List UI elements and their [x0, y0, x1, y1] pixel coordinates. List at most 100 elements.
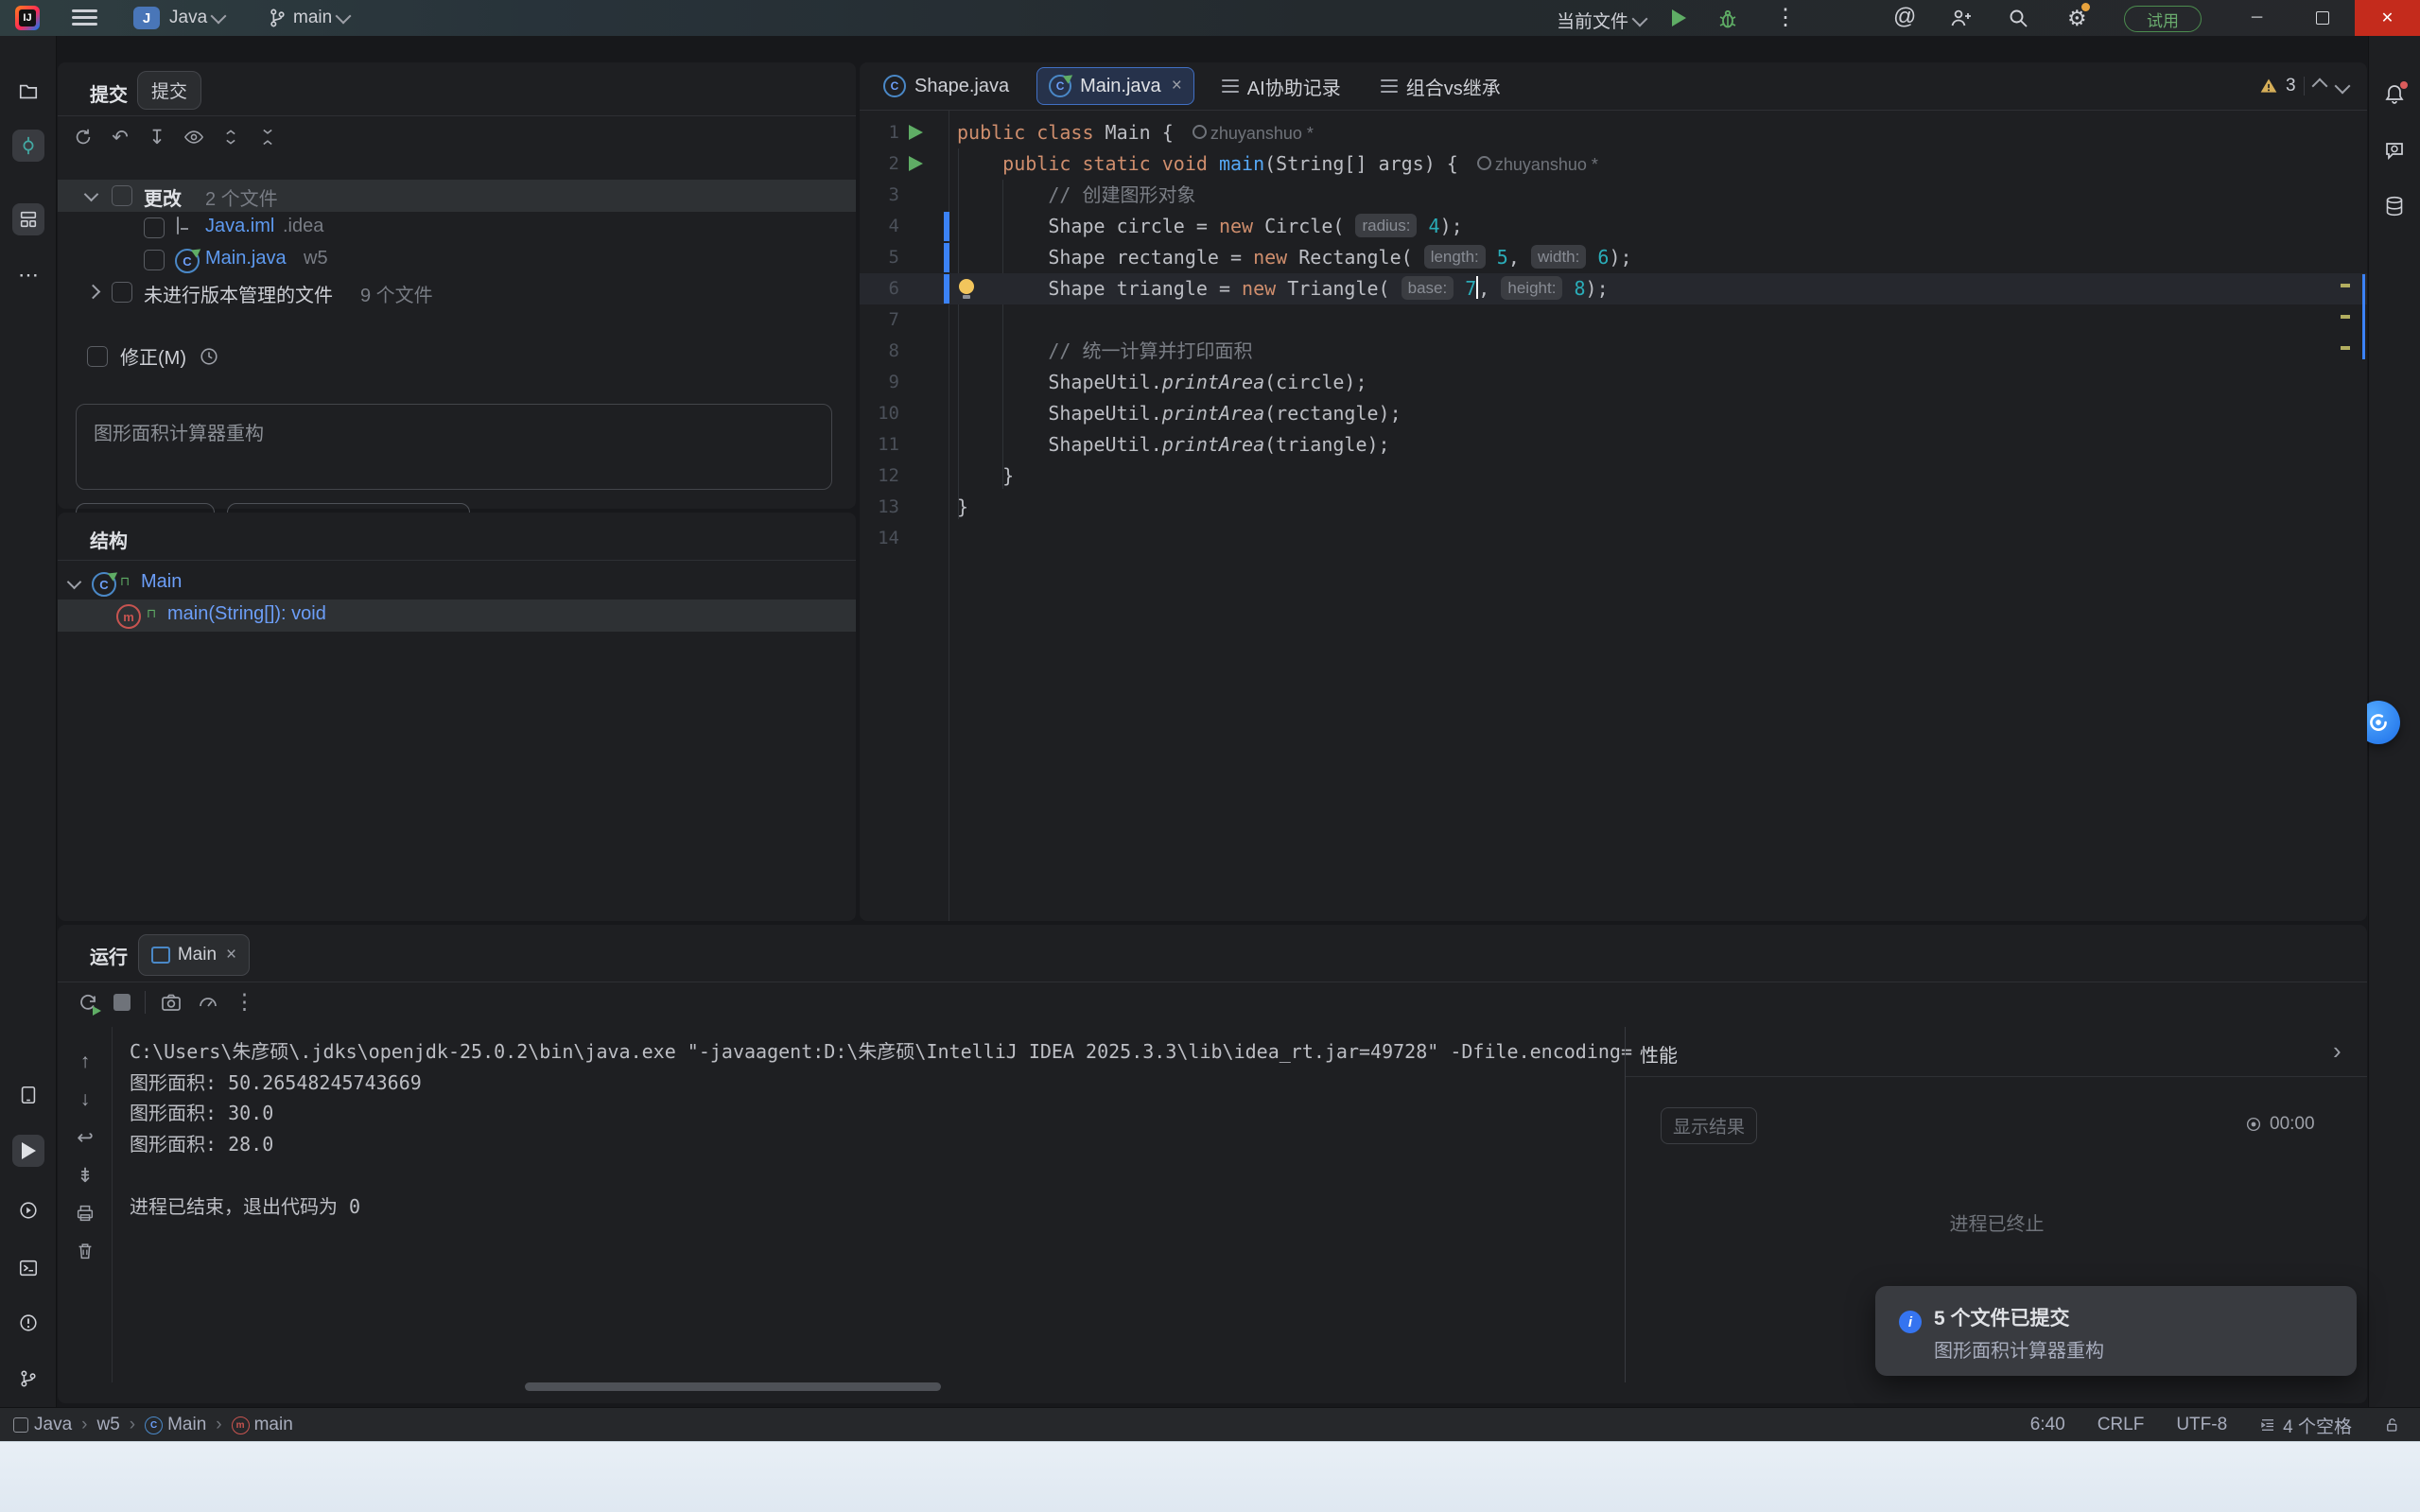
- breadcrumb[interactable]: Java› w5› C Main› m main: [13, 1415, 293, 1435]
- line-separator[interactable]: CRLF: [2098, 1415, 2145, 1435]
- print-icon[interactable]: [71, 1199, 99, 1227]
- rollback-icon[interactable]: ↶: [108, 125, 132, 149]
- caret-position[interactable]: 6:40: [2030, 1415, 2065, 1435]
- code-line[interactable]: 7: [860, 304, 2367, 336]
- soft-wrap-icon[interactable]: ↩: [71, 1123, 99, 1152]
- search-everywhere-icon[interactable]: [2007, 7, 2029, 29]
- terminal-tool-icon[interactable]: [12, 1252, 44, 1284]
- commit-message-input[interactable]: 图形面积计算器重构: [76, 404, 832, 490]
- indent-setting[interactable]: 4 个空格: [2259, 1413, 2352, 1438]
- more-icon[interactable]: ⋮: [234, 989, 255, 1015]
- run-tool-icon[interactable]: [12, 1135, 44, 1167]
- tab-shape-java[interactable]: C Shape.java: [871, 67, 1021, 105]
- scroll-up-icon[interactable]: ↑: [71, 1048, 99, 1076]
- changes-checkbox[interactable]: [112, 185, 132, 206]
- run-tab-main[interactable]: Main ×: [138, 934, 250, 976]
- parameter-hint[interactable]: radius:: [1355, 214, 1417, 237]
- run-button[interactable]: [1672, 9, 1686, 26]
- services-tool-icon[interactable]: [12, 1194, 44, 1226]
- chevron-expanded-icon[interactable]: [84, 187, 99, 202]
- tab-ai-notes[interactable]: AI协助记录: [1210, 65, 1353, 108]
- scroll-to-end-icon[interactable]: ⇟: [71, 1161, 99, 1190]
- parameter-hint[interactable]: height:: [1501, 276, 1562, 300]
- ai-chat-tool-icon[interactable]: [2378, 134, 2411, 166]
- collapse-all-icon[interactable]: [255, 125, 280, 149]
- prev-problem-icon[interactable]: [2311, 78, 2327, 95]
- console-output[interactable]: C:\Users\朱彦硕\.jdks\openjdk-25.0.2\bin\ja…: [130, 1036, 1620, 1222]
- vcs-log-tool-icon[interactable]: [12, 1363, 44, 1395]
- code-line[interactable]: 6 Shape triangle = new Triangle( base: 7…: [860, 273, 2367, 304]
- close-button[interactable]: ✕: [2355, 0, 2420, 36]
- debug-button[interactable]: [1716, 8, 1739, 30]
- code-with-me-icon[interactable]: [1948, 7, 1971, 29]
- code-line[interactable]: 12 }: [860, 461, 2367, 492]
- project-avatar[interactable]: J: [133, 7, 160, 29]
- commit-notification[interactable]: i 5 个文件已提交 图形面积计算器重构: [1875, 1286, 2357, 1376]
- notifications-bell-icon[interactable]: [2378, 78, 2411, 111]
- maximize-button[interactable]: [2289, 0, 2355, 36]
- code-line[interactable]: 14: [860, 523, 2367, 554]
- rerun-icon[interactable]: [77, 991, 99, 1014]
- chevron-collapsed-icon[interactable]: [86, 285, 101, 300]
- problems-tool-icon[interactable]: [12, 1307, 44, 1339]
- warning-stripe-mark[interactable]: [2341, 284, 2350, 287]
- changed-file-row[interactable]: C Main.java w5: [58, 244, 856, 276]
- code-line[interactable]: 11 ShapeUtil.printArea(triangle);: [860, 429, 2367, 461]
- expand-all-icon[interactable]: [218, 125, 243, 149]
- structure-tool-icon[interactable]: [12, 203, 44, 235]
- code-line[interactable]: 9 ShapeUtil.printArea(circle);: [860, 367, 2367, 398]
- project-selector[interactable]: Java: [169, 8, 224, 28]
- structure-method-row[interactable]: m ⊓ main(String[]): void: [58, 600, 856, 632]
- changes-group-row[interactable]: 更改 2 个文件: [58, 180, 856, 212]
- parameter-hint[interactable]: length:: [1424, 245, 1486, 269]
- camera-snapshot-icon[interactable]: [160, 991, 183, 1014]
- code-line[interactable]: 3 // 创建图形对象: [860, 180, 2367, 211]
- tab-main-java[interactable]: C Main.java ×: [1036, 67, 1194, 105]
- code-line[interactable]: 13}: [860, 492, 2367, 523]
- code-line[interactable]: 4 Shape circle = new Circle( radius: 4);: [860, 211, 2367, 242]
- unversioned-group-row[interactable]: 未进行版本管理的文件 9 个文件: [58, 276, 856, 308]
- run-configuration-selector[interactable]: 当前文件: [1557, 8, 1645, 33]
- inspections-widget[interactable]: 3: [2259, 76, 2350, 96]
- file-checkbox[interactable]: [144, 217, 165, 238]
- close-tab-icon[interactable]: ×: [226, 945, 236, 965]
- changed-file-row[interactable]: Java.iml .idea: [58, 212, 856, 244]
- scroll-down-icon[interactable]: ↓: [71, 1086, 99, 1114]
- code-line[interactable]: 5 Shape rectangle = new Rectangle( lengt…: [860, 242, 2367, 273]
- more-actions-button[interactable]: ⋮: [1774, 4, 1797, 31]
- file-checkbox[interactable]: [144, 250, 165, 270]
- chevron-right-icon[interactable]: ›: [2333, 1036, 2342, 1066]
- amend-checkbox[interactable]: [87, 346, 108, 367]
- database-tool-icon[interactable]: [2378, 190, 2411, 222]
- history-clock-icon[interactable]: [199, 346, 219, 367]
- unlocked-icon[interactable]: [2384, 1416, 2401, 1434]
- warning-stripe-mark[interactable]: [2341, 346, 2350, 350]
- refresh-icon[interactable]: [71, 125, 96, 149]
- tab-composition-vs-inheritance[interactable]: 组合vs继承: [1368, 65, 1513, 108]
- commit-tool-icon[interactable]: [12, 130, 44, 162]
- profiler-gauge-icon[interactable]: [197, 991, 219, 1014]
- file-encoding[interactable]: UTF-8: [2176, 1415, 2227, 1435]
- project-tool-icon[interactable]: [12, 76, 44, 108]
- code-line[interactable]: 1public class Main {zhuyanshuo *: [860, 117, 2367, 148]
- horizontal-scrollbar[interactable]: [525, 1382, 941, 1391]
- shelve-icon[interactable]: ↧: [145, 125, 169, 149]
- commit-tab[interactable]: 提交: [137, 71, 201, 110]
- close-tab-icon[interactable]: ×: [1172, 76, 1182, 96]
- minimize-button[interactable]: ─: [2224, 0, 2289, 36]
- show-results-button[interactable]: 显示结果: [1661, 1107, 1757, 1144]
- trial-badge[interactable]: 试用: [2124, 6, 2202, 32]
- run-gutter-icon[interactable]: [909, 125, 923, 140]
- branch-selector[interactable]: main: [267, 8, 349, 28]
- device-preview-tool-icon[interactable]: [12, 1079, 44, 1111]
- ai-assistant-icon[interactable]: @: [1893, 4, 1916, 30]
- code-line[interactable]: 8 // 统一计算并打印面积: [860, 336, 2367, 367]
- unversioned-checkbox[interactable]: [112, 282, 132, 303]
- view-options-eye-icon[interactable]: [182, 125, 206, 149]
- code-line[interactable]: 2 public static void main(String[] args)…: [860, 148, 2367, 180]
- run-gutter-icon[interactable]: [909, 156, 923, 171]
- parameter-hint[interactable]: base:: [1402, 276, 1454, 300]
- next-problem-icon[interactable]: [2334, 78, 2350, 95]
- structure-class-row[interactable]: C ⊓ Main: [58, 567, 856, 600]
- main-menu-icon[interactable]: [72, 9, 97, 26]
